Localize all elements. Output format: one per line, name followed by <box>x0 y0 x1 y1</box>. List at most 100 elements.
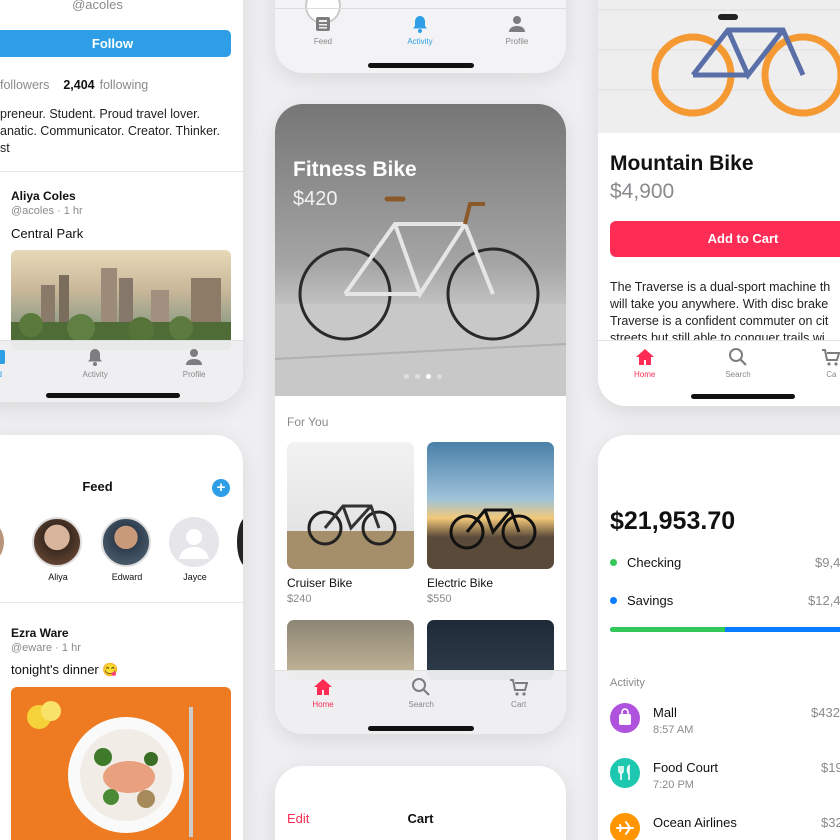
tab-label: Home <box>312 700 334 709</box>
dinner-photo[interactable] <box>11 687 231 840</box>
product-name: Cruiser Bike <box>287 576 353 590</box>
magnifier-icon <box>728 348 747 366</box>
divider <box>0 602 243 603</box>
transaction-time: 7:20 PM <box>653 779 694 791</box>
product-card-electric[interactable]: Electric Bike $550 <box>427 442 554 605</box>
tab-label: Activity <box>82 370 108 379</box>
airplane-icon <box>610 813 640 840</box>
dot <box>404 374 409 379</box>
tab-label: Profile <box>182 370 206 379</box>
cart-screen: Edit Cart <box>275 766 566 840</box>
cart-title: Cart <box>407 811 434 826</box>
status-dot <box>610 597 617 604</box>
story-more[interactable] <box>237 517 243 567</box>
house-icon <box>635 349 654 365</box>
post-author: Aliya Coles <box>11 189 76 203</box>
story-aliya[interactable]: Aliya <box>32 517 84 582</box>
tab-profile[interactable]: Profile <box>497 8 537 46</box>
fork-knife-icon <box>610 758 640 788</box>
profile-bio: preneur. Student. Proud travel lover. an… <box>0 106 220 157</box>
transaction-row[interactable]: Food Court 7:20 PM $19 <box>610 758 840 798</box>
total-balance: $21,953.70 <box>610 507 736 535</box>
account-name: Checking <box>627 555 682 570</box>
transaction-name: Ocean Airlines <box>653 815 737 830</box>
transaction-amount: $19 <box>821 760 840 775</box>
transaction-amount: $432 <box>811 705 840 720</box>
bell-icon <box>413 16 427 33</box>
tab-feed[interactable]: Feed <box>303 8 343 46</box>
hero-banner[interactable] <box>275 104 566 396</box>
carousel-dots[interactable] <box>404 374 442 379</box>
following-count: 2,404 <box>63 78 95 92</box>
tab-home[interactable]: Home <box>598 341 691 406</box>
bio-line: preneur. Student. Proud travel lover. <box>0 107 201 121</box>
tab-label: Activity <box>407 37 433 46</box>
tab-profile[interactable]: Profile <box>182 341 206 402</box>
account-savings[interactable]: Savings $12,4 <box>610 593 840 608</box>
transaction-name: Mall <box>653 705 677 720</box>
product-price: $240 <box>287 593 312 605</box>
cart-icon <box>509 679 528 696</box>
tab-activity[interactable]: Activity <box>400 8 440 46</box>
magnifier-icon <box>412 678 430 696</box>
activity-label: Activity <box>610 677 645 689</box>
section-title: For You <box>287 415 329 429</box>
tab-feed[interactable]: ed <box>0 341 7 402</box>
divider <box>0 171 243 172</box>
tab-label: Cart <box>511 700 527 709</box>
cart-icon <box>822 349 840 366</box>
plus-icon: + <box>216 479 226 496</box>
account-checking[interactable]: Checking $9,4 <box>610 555 840 570</box>
transaction-row[interactable]: Mall 8:57 AM $432 <box>610 703 840 743</box>
feed-title: Feed <box>82 479 113 494</box>
central-park-photo[interactable] <box>11 250 231 350</box>
story-name: Aliya <box>48 572 68 582</box>
electric-photo <box>427 442 554 569</box>
description-line: The Traverse is a dual-sport machine th <box>610 280 831 294</box>
feed-screen: Feed + + Aliya Edward Jayce Ezra Ware @e… <box>0 435 243 840</box>
story-avatar-self[interactable]: + <box>0 517 14 577</box>
bio-line: st <box>0 141 10 155</box>
transaction-row[interactable]: Ocean Airlines $32 <box>610 813 840 840</box>
tab-search[interactable]: Search <box>408 671 434 734</box>
tab-label: Feed <box>313 37 333 46</box>
person-icon <box>509 16 525 32</box>
dot <box>415 374 420 379</box>
story-edward[interactable]: Edward <box>101 517 153 582</box>
bag-icon <box>610 703 640 733</box>
transaction-amount: $32 <box>821 815 840 830</box>
story-jayce[interactable]: Jayce <box>169 517 221 582</box>
product-description: The Traverse is a dual-sport machine th … <box>610 279 840 343</box>
mountain-bike-photo[interactable] <box>598 0 840 133</box>
product-title: Mountain Bike <box>610 152 754 175</box>
tab-cart[interactable]: Cart <box>509 671 529 734</box>
account-amount: $12,4 <box>808 593 840 608</box>
tab-home[interactable]: Home <box>312 671 334 734</box>
tab-label: Profile <box>505 37 529 46</box>
following-label: following <box>99 78 149 92</box>
product-screen: Mountain Bike $4,900 Add to Cart The Tra… <box>598 0 840 406</box>
home-indicator <box>368 63 474 68</box>
transaction-name: Food Court <box>653 760 719 775</box>
home-indicator <box>691 394 795 399</box>
balance-bar <box>610 627 840 632</box>
profile-screen: @acoles Follow followers 2,404 following… <box>0 0 243 402</box>
post-author: Ezra Ware <box>11 626 69 640</box>
tab-label: Search <box>408 700 434 709</box>
status-dot <box>610 559 617 566</box>
description-line: Traverse is a confident commuter on cit <box>610 314 829 328</box>
product-name: Electric Bike <box>427 576 494 590</box>
person-icon <box>186 349 203 365</box>
product-card-cruiser[interactable]: Cruiser Bike $240 <box>287 442 414 605</box>
post-text: Central Park <box>11 226 84 241</box>
add-to-cart-button[interactable]: Add to Cart <box>610 221 840 257</box>
add-button[interactable]: + <box>212 479 230 497</box>
balance-bar-checking <box>610 627 726 632</box>
account-name: Savings <box>627 593 674 608</box>
post-text: tonight's dinner 😋 <box>11 662 119 677</box>
tab-label: ed <box>0 370 2 379</box>
follow-button[interactable]: Follow <box>0 30 231 57</box>
home-indicator <box>46 393 180 398</box>
feed-icon <box>0 350 6 364</box>
dot <box>437 374 442 379</box>
